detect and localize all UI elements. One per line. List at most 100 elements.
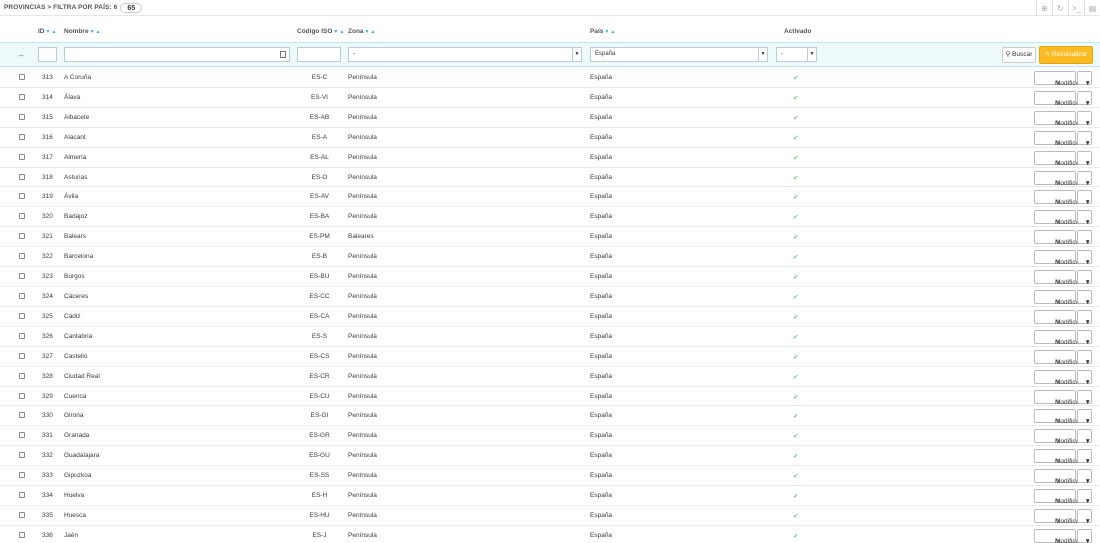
row-actions-dropdown[interactable]: ▼ — [1077, 429, 1092, 445]
edit-button[interactable]: ✎ Modificar — [1034, 130, 1081, 147]
filter-active-select[interactable]: - ▼ — [776, 47, 817, 62]
sort-asc-icon[interactable]: ▲ — [610, 29, 615, 35]
row-actions-dropdown[interactable]: ▼ — [1077, 409, 1092, 425]
row-checkbox[interactable] — [19, 153, 25, 160]
row-checkbox[interactable] — [19, 352, 25, 359]
active-check-icon[interactable]: ✔ — [793, 373, 798, 381]
table-row[interactable]: 328 Ciudad Real ES-CR Península España ✔ ✎ Mod… — [0, 367, 1100, 387]
col-head-zone[interactable]: Zona▼▲ — [348, 28, 375, 35]
row-actions-dropdown[interactable]: ▼ — [1077, 469, 1092, 485]
col-head-country[interactable]: País▼▲ — [590, 28, 615, 35]
row-actions-dropdown[interactable]: ▼ — [1077, 329, 1092, 346]
active-check-icon[interactable]: ✔ — [793, 333, 798, 341]
row-checkbox[interactable] — [19, 372, 25, 379]
row-checkbox[interactable] — [19, 332, 25, 339]
edit-button[interactable]: ✎ Modificar — [1034, 349, 1081, 366]
active-check-icon[interactable]: ✔ — [793, 193, 798, 201]
row-checkbox[interactable] — [19, 292, 25, 299]
row-actions-dropdown[interactable]: ▼ — [1077, 110, 1092, 127]
row-actions-dropdown[interactable]: ▼ — [1077, 449, 1092, 465]
edit-button[interactable]: ✎ Modificar — [1034, 270, 1081, 286]
active-check-icon[interactable]: ✔ — [793, 293, 798, 301]
edit-button[interactable]: ✎ Modificar — [1034, 250, 1081, 266]
active-check-icon[interactable]: ✔ — [793, 452, 798, 460]
active-check-icon[interactable]: ✔ — [793, 154, 798, 162]
filter-id-input[interactable] — [38, 47, 57, 62]
edit-button[interactable]: ✎ Modificar — [1034, 190, 1081, 206]
table-row[interactable]: 336 Jaén ES-J Península España ✔ ✎ Modificar ▼ — [0, 526, 1100, 543]
active-check-icon[interactable]: ✔ — [793, 412, 798, 420]
search-button[interactable]: ⚲ Buscar — [1002, 47, 1036, 63]
row-actions-dropdown[interactable]: ▼ — [1077, 210, 1092, 226]
row-checkbox[interactable] — [19, 531, 25, 538]
edit-button[interactable]: ✎ Modificar — [1034, 409, 1081, 425]
row-actions-dropdown[interactable]: ▼ — [1077, 528, 1092, 543]
table-row[interactable]: 316 Alacant ES-A Península España ✔ ✎ Modifica… — [0, 128, 1100, 148]
edit-button[interactable]: ✎ Modificar — [1034, 230, 1081, 246]
filter-name-input[interactable] — [64, 47, 290, 62]
col-head-id[interactable]: ID▼▲ — [38, 28, 56, 35]
active-check-icon[interactable]: ✔ — [793, 233, 798, 241]
edit-button[interactable]: ✎ Modificar — [1034, 110, 1081, 127]
row-actions-dropdown[interactable]: ▼ — [1077, 309, 1092, 326]
active-check-icon[interactable]: ✔ — [793, 472, 798, 480]
table-row[interactable]: 313 A Coruña ES-C Península España ✔ ✎ Modific… — [0, 68, 1100, 88]
export-icon[interactable]: ▤ — [1084, 0, 1100, 16]
table-row[interactable]: 330 Girona ES-GI Península España ✔ ✎ Modifica… — [0, 406, 1100, 427]
table-row[interactable]: 334 Huelva ES-H Península España ✔ ✎ Modificar… — [0, 486, 1100, 506]
table-row[interactable]: 322 Barcelona ES-B Península España ✔ ✎ Modifi… — [0, 247, 1100, 268]
row-checkbox[interactable] — [19, 74, 25, 80]
row-actions-dropdown[interactable]: ▼ — [1077, 489, 1092, 505]
filter-iso-input[interactable] — [297, 47, 341, 62]
row-checkbox[interactable] — [19, 492, 25, 499]
table-row[interactable]: 325 Cádiz ES-CA Península España ✔ ✎ Modificar… — [0, 307, 1100, 327]
table-row[interactable]: 315 Albacete ES-AB Península España ✔ ✎ Modifi… — [0, 108, 1100, 128]
active-check-icon[interactable]: ✔ — [793, 213, 798, 221]
row-actions-dropdown[interactable]: ▼ — [1077, 508, 1092, 525]
table-row[interactable]: 335 Huesca ES-HU Península España ✔ ✎ Modifica… — [0, 506, 1100, 526]
edit-button[interactable]: ✎ Modificar — [1034, 429, 1081, 445]
edit-button[interactable]: ✎ Modificar — [1034, 389, 1081, 406]
row-actions-dropdown[interactable]: ▼ — [1077, 389, 1092, 406]
sort-desc-icon[interactable]: ▼ — [90, 29, 95, 35]
active-check-icon[interactable]: ✔ — [793, 114, 798, 122]
table-row[interactable]: 327 Castelló ES-CS Península España ✔ ✎ Modifi… — [0, 347, 1100, 367]
row-checkbox[interactable] — [19, 472, 25, 479]
row-checkbox[interactable] — [19, 93, 25, 100]
active-check-icon[interactable]: ✔ — [793, 134, 798, 142]
edit-button[interactable]: ✎ Modificar — [1034, 150, 1081, 167]
row-actions-dropdown[interactable]: ▼ — [1077, 150, 1092, 167]
active-check-icon[interactable]: ✔ — [793, 432, 798, 440]
active-check-icon[interactable]: ✔ — [793, 532, 798, 540]
row-checkbox[interactable] — [19, 312, 25, 319]
edit-button[interactable]: ✎ Modificar — [1034, 469, 1081, 485]
row-checkbox[interactable] — [19, 133, 25, 140]
active-check-icon[interactable]: ✔ — [793, 94, 798, 102]
table-row[interactable]: 317 Almería ES-AL Península España ✔ ✎ Modific… — [0, 148, 1100, 168]
filter-country-select[interactable]: España ▼ — [590, 47, 768, 62]
sort-asc-icon[interactable]: ▲ — [339, 29, 344, 35]
table-row[interactable]: 319 Ávila ES-AV Península España ✔ ✎ Modificar… — [0, 187, 1100, 208]
edit-button[interactable]: ✎ Modificar — [1034, 508, 1081, 525]
row-checkbox[interactable] — [19, 233, 25, 240]
row-checkbox[interactable] — [19, 193, 25, 200]
active-check-icon[interactable]: ✔ — [793, 273, 798, 281]
table-row[interactable]: 329 Cuenca ES-CU Península España ✔ ✎ Modifica… — [0, 387, 1100, 407]
bulk-toggle[interactable]: – — [19, 51, 23, 60]
row-actions-dropdown[interactable]: ▼ — [1077, 250, 1092, 266]
row-checkbox[interactable] — [19, 511, 25, 518]
sort-desc-icon[interactable]: ▼ — [365, 29, 370, 35]
row-checkbox[interactable] — [19, 452, 25, 459]
row-checkbox[interactable] — [19, 273, 25, 280]
row-actions-dropdown[interactable]: ▼ — [1077, 349, 1092, 366]
row-actions-dropdown[interactable]: ▼ — [1077, 369, 1092, 386]
row-actions-dropdown[interactable]: ▼ — [1077, 289, 1092, 306]
edit-button[interactable]: ✎ Modificar — [1034, 71, 1081, 87]
sort-desc-icon[interactable]: ▼ — [46, 29, 51, 35]
active-check-icon[interactable]: ✔ — [793, 512, 798, 520]
table-row[interactable]: 318 Asturias ES-O Península España ✔ ✎ Modific… — [0, 168, 1100, 188]
edit-button[interactable]: ✎ Modificar — [1034, 489, 1081, 505]
row-actions-dropdown[interactable]: ▼ — [1077, 90, 1092, 107]
table-row[interactable]: 314 Álava ES-VI Península España ✔ ✎ Modificar… — [0, 88, 1100, 108]
row-checkbox[interactable] — [19, 113, 25, 120]
